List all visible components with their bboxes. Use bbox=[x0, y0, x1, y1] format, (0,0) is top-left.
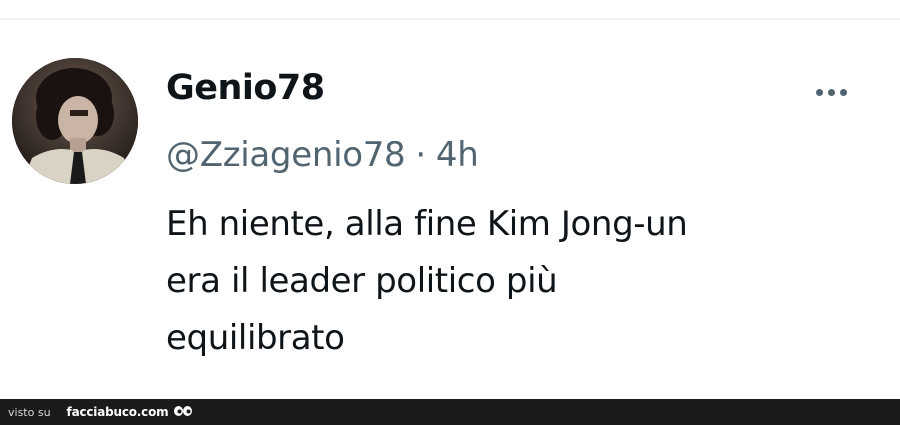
tweet-text-line: Eh niente, alla fine Kim Jong-un bbox=[166, 204, 688, 244]
tweet-text-line: equilibrato bbox=[166, 318, 345, 358]
timestamp[interactable]: 4h bbox=[436, 135, 479, 175]
display-name[interactable]: Genio78 bbox=[166, 68, 325, 108]
top-divider bbox=[0, 18, 900, 20]
avatar[interactable] bbox=[12, 58, 138, 184]
footer-site-link[interactable]: facciabuco.com bbox=[67, 405, 169, 419]
more-dots-icon bbox=[839, 88, 847, 96]
eyes-logo-icon bbox=[173, 405, 193, 419]
handle[interactable]: @Zziagenio78 bbox=[166, 135, 406, 175]
more-dots-icon bbox=[815, 88, 823, 96]
handle-line: @Zziagenio78 · 4h bbox=[166, 135, 479, 175]
tweet-text-line: era il leader politico più bbox=[166, 261, 558, 301]
more-options-button[interactable] bbox=[804, 78, 858, 106]
footer-prefix: visto su bbox=[8, 405, 51, 419]
tweet-screenshot: Genio78 @Zziagenio78 · 4h Eh niente, alla … bbox=[0, 0, 900, 425]
avatar-photo bbox=[12, 58, 138, 184]
separator-dot: · bbox=[415, 135, 426, 175]
watermark-footer: visto su facciabuco.com bbox=[0, 399, 900, 425]
more-dots-icon bbox=[827, 88, 835, 96]
tweet-text: Eh niente, alla fine Kim Jong-un era il … bbox=[166, 196, 886, 367]
